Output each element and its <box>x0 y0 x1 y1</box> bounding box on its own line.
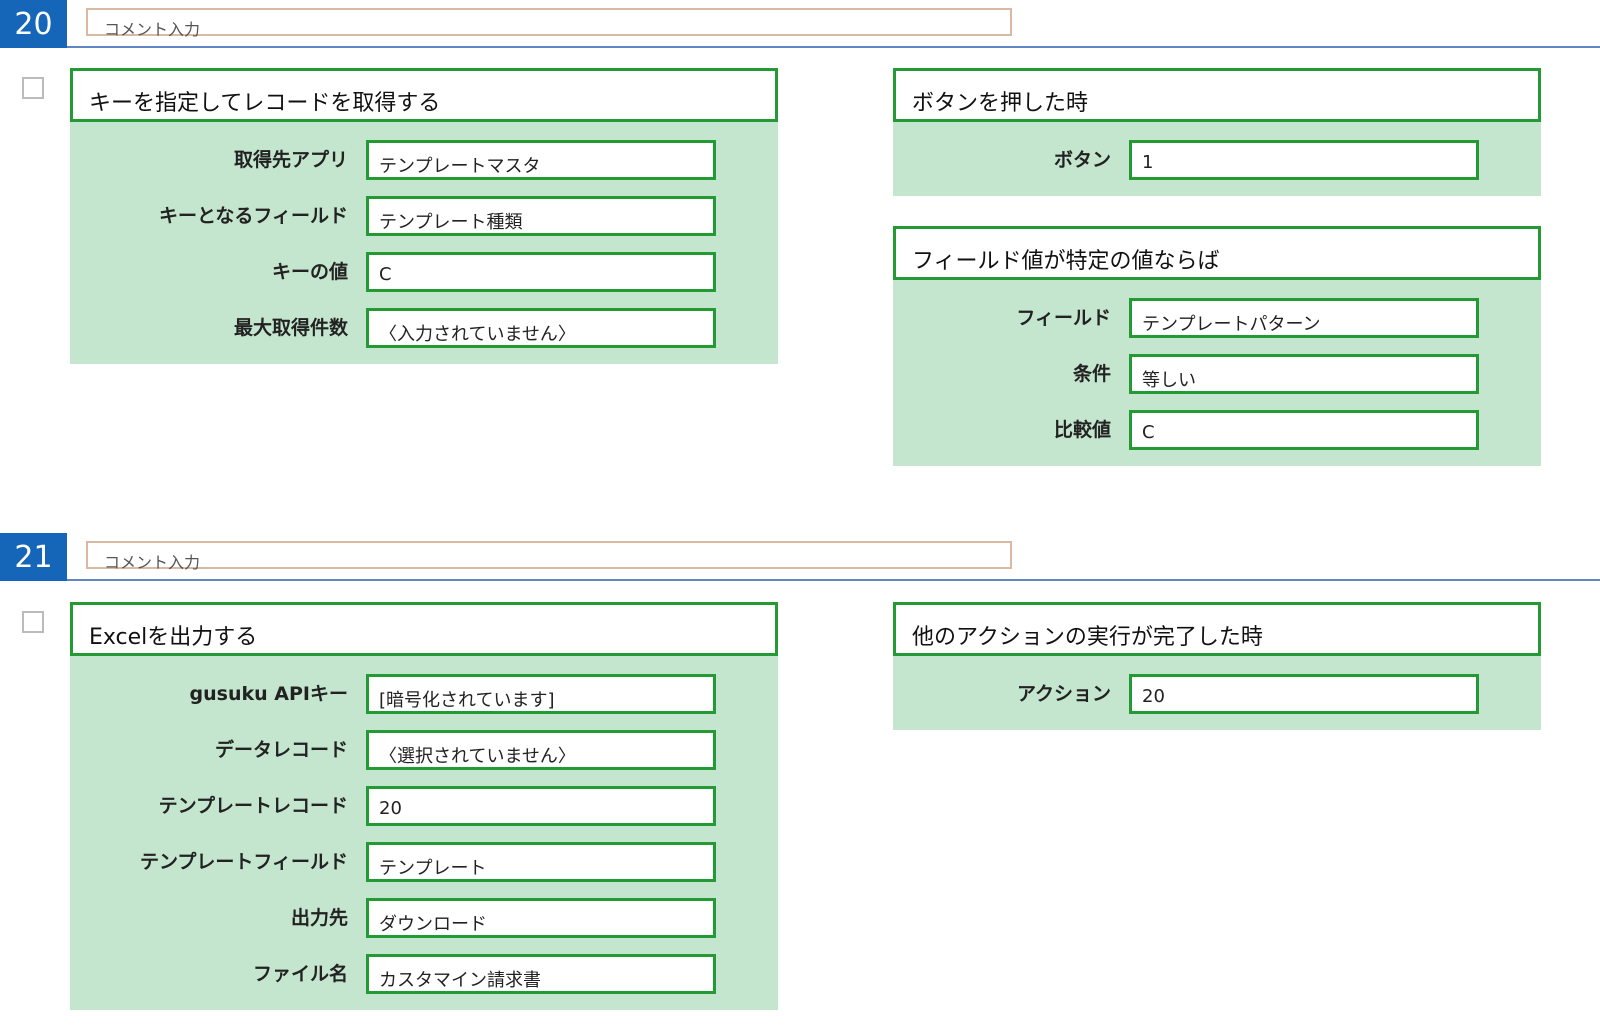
field-row: ボタン 1 <box>893 140 1541 180</box>
field-row: テンプレートフィールド テンプレート <box>70 842 778 882</box>
field-row: 条件 等しい <box>893 354 1541 394</box>
field-value[interactable]: テンプレートパターン <box>1129 298 1479 338</box>
condition-fields: ボタン 1 <box>893 122 1541 196</box>
field-label: データレコード <box>214 739 348 761</box>
field-row: テンプレートレコード 20 <box>70 786 778 826</box>
action-fields: gusuku APIキー [暗号化されています] データレコード 〈選択されてい… <box>70 656 778 1010</box>
comment-input[interactable]: コメント入力 <box>86 541 1012 572</box>
action-panel: Excelを出力する gusuku APIキー [暗号化されています] データレ… <box>70 602 778 1010</box>
block-number: 20 <box>0 0 67 48</box>
condition-title[interactable]: 他のアクションの実行が完了した時 <box>893 602 1541 656</box>
select-checkbox[interactable] <box>22 77 44 99</box>
field-value[interactable]: テンプレート <box>366 842 716 882</box>
action-panel: キーを指定してレコードを取得する 取得先アプリ テンプレートマスタ キーとなるフ… <box>70 68 778 364</box>
field-value[interactable]: 等しい <box>1129 354 1479 394</box>
field-value[interactable]: [暗号化されています] <box>366 674 716 714</box>
field-row: キーとなるフィールド テンプレート種類 <box>70 196 778 236</box>
field-label: 比較値 <box>1053 419 1111 441</box>
field-value[interactable]: C <box>366 252 716 292</box>
field-value[interactable]: カスタマイン請求書 <box>366 954 716 994</box>
condition-panel: ボタンを押した時 ボタン 1 <box>893 68 1541 196</box>
field-row: 比較値 C <box>893 410 1541 450</box>
field-value[interactable]: テンプレートマスタ <box>366 140 716 180</box>
field-label: 取得先アプリ <box>233 149 348 171</box>
condition-fields: フィールド テンプレートパターン 条件 等しい 比較値 C <box>893 280 1541 466</box>
divider <box>67 579 1600 581</box>
field-row: アクション 20 <box>893 674 1541 714</box>
field-label: フィールド <box>1016 307 1111 329</box>
condition-panel: 他のアクションの実行が完了した時 アクション 20 <box>893 602 1541 730</box>
field-value[interactable]: 20 <box>366 786 716 826</box>
action-title[interactable]: Excelを出力する <box>70 602 778 656</box>
field-row: データレコード 〈選択されていません〉 <box>70 730 778 770</box>
field-value[interactable]: テンプレート種類 <box>366 196 716 236</box>
comment-input[interactable]: コメント入力 <box>86 8 1012 39</box>
field-label: 出力先 <box>290 907 348 929</box>
divider <box>67 46 1600 48</box>
field-row: 最大取得件数 〈入力されていません〉 <box>70 308 778 348</box>
field-label: キーの値 <box>271 261 348 283</box>
field-row: ファイル名 カスタマイン請求書 <box>70 954 778 994</box>
field-label: ボタン <box>1053 149 1111 171</box>
field-label: キーとなるフィールド <box>158 205 348 227</box>
field-value[interactable]: 20 <box>1129 674 1479 714</box>
field-value[interactable]: 1 <box>1129 140 1479 180</box>
field-row: キーの値 C <box>70 252 778 292</box>
field-label: アクション <box>1016 683 1111 705</box>
field-value[interactable]: C <box>1129 410 1479 450</box>
field-row: 出力先 ダウンロード <box>70 898 778 938</box>
condition-title[interactable]: ボタンを押した時 <box>893 68 1541 122</box>
condition-panel: フィールド値が特定の値ならば フィールド テンプレートパターン 条件 等しい 比… <box>893 226 1541 466</box>
select-checkbox[interactable] <box>22 611 44 633</box>
action-title[interactable]: キーを指定してレコードを取得する <box>70 68 778 122</box>
field-row: 取得先アプリ テンプレートマスタ <box>70 140 778 180</box>
block-number: 21 <box>0 533 67 581</box>
field-label: ファイル名 <box>252 963 348 985</box>
field-value[interactable]: ダウンロード <box>366 898 716 938</box>
field-value[interactable]: 〈選択されていません〉 <box>366 730 716 770</box>
field-label: テンプレートレコード <box>158 795 348 817</box>
condition-fields: アクション 20 <box>893 656 1541 730</box>
field-label: テンプレートフィールド <box>139 851 348 873</box>
field-label: 条件 <box>1072 363 1111 385</box>
field-row: フィールド テンプレートパターン <box>893 298 1541 338</box>
field-value[interactable]: 〈入力されていません〉 <box>366 308 716 348</box>
field-label: gusuku APIキー <box>189 683 348 705</box>
field-label: 最大取得件数 <box>233 317 348 339</box>
action-fields: 取得先アプリ テンプレートマスタ キーとなるフィールド テンプレート種類 キーの… <box>70 122 778 364</box>
field-row: gusuku APIキー [暗号化されています] <box>70 674 778 714</box>
condition-title[interactable]: フィールド値が特定の値ならば <box>893 226 1541 280</box>
